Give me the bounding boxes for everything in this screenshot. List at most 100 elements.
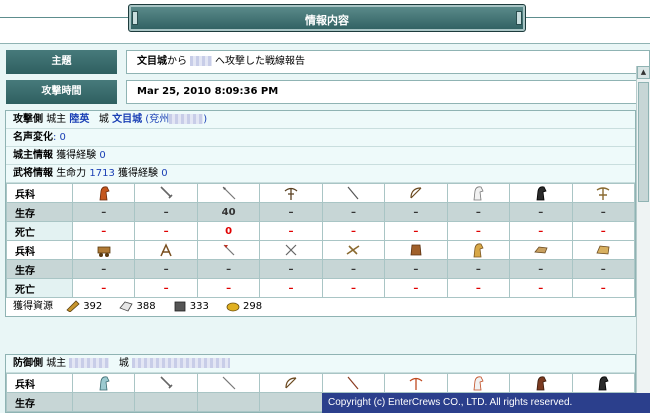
- attacker-side-label: 攻撃側: [13, 114, 43, 125]
- lord-info-row: 城主情報 獲得経験 0: [6, 147, 635, 165]
- subject-suffix: へ攻撃した戦線報告: [215, 56, 305, 67]
- scroll-thumb[interactable]: [638, 82, 649, 202]
- broadsword-icon: [160, 376, 173, 389]
- grain-icon: [226, 302, 240, 312]
- page-title: 情報内容: [305, 14, 349, 27]
- unit-type-row-1: 兵科: [6, 183, 635, 203]
- dead-cell: –: [384, 221, 448, 241]
- dead-cell: –: [571, 278, 635, 298]
- dead-cell: –: [71, 278, 136, 298]
- unit-type-label: 兵科: [6, 240, 73, 260]
- general-info-row: 武将情報 生命力 1713 獲得経験 0: [6, 165, 635, 183]
- fame-row: 名声変化: 0: [6, 129, 635, 147]
- alive-cell: –: [509, 202, 573, 222]
- general-life-value: 1713: [89, 168, 115, 179]
- iron-icon: [174, 301, 186, 312]
- subject-value: 文目城から へ攻撃した戦線報告: [126, 50, 650, 74]
- unit-type-row-2: 兵科: [6, 240, 635, 260]
- dead-cell: –: [196, 278, 261, 298]
- horse-head-icon: [99, 376, 110, 391]
- subject-label: 主題: [6, 50, 117, 74]
- alive-cell: –: [71, 259, 136, 279]
- alive-cell: –: [259, 259, 323, 279]
- fame-label: 名声変化: [13, 132, 53, 143]
- dead-cell: –: [509, 221, 573, 241]
- alive-cell: –: [571, 259, 635, 279]
- dead-cell: –: [321, 278, 386, 298]
- resource-value: 298: [243, 301, 263, 312]
- alive-cell: –: [134, 259, 198, 279]
- title-bar: 情報内容: [128, 4, 526, 32]
- dead-cell: –: [571, 221, 635, 241]
- dead-label: 死亡: [6, 221, 73, 241]
- alive-cell: –: [196, 259, 261, 279]
- defender-lord-label: 城主: [46, 358, 67, 369]
- dead-cell: –: [446, 278, 511, 298]
- subject-city: 文目城: [137, 56, 167, 67]
- bow-icon: [410, 187, 422, 199]
- defender-row: 防御側 城主 城: [6, 355, 635, 373]
- dead-cell: –: [134, 278, 198, 298]
- black-horse-icon: [536, 186, 547, 201]
- lord-exp-text: 獲得経験: [56, 150, 97, 161]
- alive-row-1: 生存 – – 40 – – – – – –: [6, 202, 635, 222]
- dead-cell: –: [71, 221, 136, 241]
- armor-icon: [410, 244, 422, 256]
- resource-item: 392: [66, 298, 102, 315]
- alive-cell: –: [71, 202, 136, 222]
- dead-cell: –: [134, 221, 198, 241]
- pike-icon: [348, 186, 359, 200]
- war-wagon-icon: [596, 245, 610, 255]
- bow-icon: [285, 377, 297, 389]
- attacker-units-table: 兵科 生存 – – 40 – – – – – – 死亡 – – 0 – – – …: [6, 183, 635, 298]
- title-line-left: [0, 17, 128, 18]
- alive-cell: –: [571, 202, 635, 222]
- alive-cell: –: [384, 202, 448, 222]
- cart-icon: [97, 246, 111, 257]
- redacted-name: [190, 56, 212, 66]
- general-exp-value: 0: [161, 168, 168, 179]
- general-info-label: 武将情報: [13, 168, 53, 179]
- unit-type-label: 兵科: [6, 373, 73, 393]
- catapult-icon: [160, 243, 172, 257]
- lord-name-link[interactable]: 陸英: [69, 114, 89, 125]
- white-horse-icon: [473, 186, 484, 201]
- dead-cell: –: [259, 278, 323, 298]
- alive-cell: 40: [196, 202, 261, 222]
- defender-city-label: 城: [118, 358, 129, 369]
- horse-head-icon: [99, 186, 110, 201]
- attacker-panel: 攻撃側 城主 陸英 城 文目城 (兗州) 名声変化: 0 城主情報 獲得経験 0…: [5, 110, 636, 317]
- resource-item: 298: [226, 298, 262, 315]
- chariot-icon: [534, 246, 548, 254]
- fame-value: : 0: [53, 132, 66, 143]
- resource-item: 388: [119, 298, 156, 315]
- alive-cell: –: [321, 202, 386, 222]
- brown-horse-icon: [536, 376, 547, 391]
- lord-info-label: 城主情報: [13, 150, 53, 161]
- vertical-scrollbar[interactable]: ▲: [636, 66, 650, 413]
- copyright-bar: Copyright (c) EnterCrews CO., LTD. All r…: [322, 393, 650, 413]
- crossbow-icon: [409, 377, 423, 390]
- city-label: 城: [98, 114, 109, 125]
- resource-item: 333: [173, 298, 209, 315]
- resource-value: 388: [136, 301, 156, 312]
- lumber-icon: [66, 300, 80, 312]
- scroll-up-arrow-icon[interactable]: ▲: [637, 66, 650, 79]
- dead-row-2: 死亡 – – – – – – – – –: [6, 278, 635, 298]
- redacted-coords: [169, 114, 204, 124]
- gold-horse-icon: [473, 243, 484, 258]
- spear-icon: [222, 376, 236, 390]
- white-horse-icon: [473, 376, 484, 391]
- region-suffix: ): [203, 114, 208, 125]
- general-life-text: 生命力: [56, 168, 87, 179]
- resource-value: 392: [83, 301, 103, 312]
- city-name-link[interactable]: 文目城: [112, 114, 142, 125]
- general-exp-text: 獲得経験: [118, 168, 159, 179]
- lord-label: 城主: [46, 114, 67, 125]
- dead-cell: 0: [196, 221, 261, 241]
- alive-cell: –: [384, 259, 448, 279]
- ballista-icon: [347, 245, 360, 255]
- unit-type-label: 兵科: [6, 183, 73, 203]
- redacted-city: [132, 358, 231, 368]
- crossbow-icon: [284, 187, 298, 200]
